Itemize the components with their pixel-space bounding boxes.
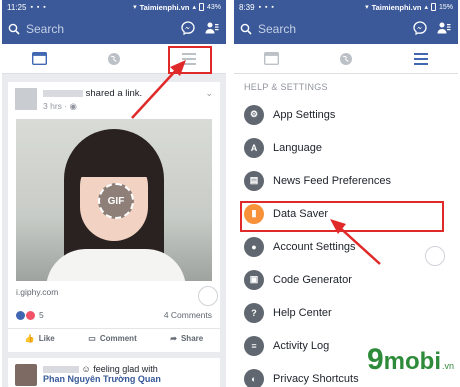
tab-globe[interactable] <box>104 49 124 69</box>
thumbs-up-icon: 👍 <box>24 334 35 343</box>
notification-icons: ▪ ▪ ▪ <box>30 3 47 11</box>
data-saver-highlight <box>240 201 444 232</box>
tab-bar <box>2 44 226 74</box>
author-name-blurred <box>43 89 83 97</box>
status-bar: 8:39 ▪ ▪ ▪ ▾ Taimienphi.vn ▴ 15% <box>234 0 458 14</box>
menu-item-label: Account Settings <box>273 240 356 253</box>
menu-item-label: Help Center <box>273 306 332 319</box>
signal-icon: ▴ <box>192 4 196 11</box>
hamburger-menu-icon <box>413 52 428 65</box>
status-bar: 11:25 ▪ ▪ ▪ ▾ Taimienphi.vn ▴ 43% <box>2 0 226 14</box>
notification-icons: ▪ ▪ ▪ <box>258 3 275 11</box>
menu-item-label: Code Generator <box>273 273 352 286</box>
reactions-row: 5 4 Comments <box>16 308 212 322</box>
post-time: 3 hrs · <box>43 101 70 111</box>
activity-log-icon: ≡ <box>244 335 264 356</box>
friend-requests-icon[interactable] <box>204 21 220 38</box>
feeling-text: feeling glad <box>93 364 140 374</box>
tab-news-feed[interactable] <box>261 49 281 69</box>
menu-item-label: Privacy Shortcuts <box>273 372 359 385</box>
floating-chat-head[interactable] <box>425 246 445 266</box>
avatar[interactable] <box>15 88 37 110</box>
menu-tab-highlight <box>168 46 212 74</box>
search-icon <box>240 23 252 35</box>
tab-globe[interactable] <box>336 49 356 69</box>
post-action-text: shared a link. <box>85 88 143 99</box>
battery-percent: 43% <box>206 3 221 11</box>
menu-section-header: HELP & SETTINGS <box>244 82 328 92</box>
menu-item-code-generator[interactable]: ▣ Code Generator <box>234 263 458 296</box>
battery-percent: 15% <box>438 3 453 11</box>
menu-item-label: Language <box>273 141 322 154</box>
status-time: 8:39 <box>239 2 255 12</box>
gif-play-badge[interactable]: GIF <box>98 183 134 219</box>
search-bar: Search <box>234 14 458 44</box>
avatar[interactable] <box>15 364 37 386</box>
menu-item-label: App Settings <box>273 108 336 121</box>
comment-icon: ▭ <box>88 334 96 343</box>
status-site: Taimienphi.vn <box>139 2 190 12</box>
globe-icon <box>339 52 352 65</box>
left-phone-screen: 11:25 ▪ ▪ ▪ ▾ Taimienphi.vn ▴ 43% Search <box>2 0 226 387</box>
lock-icon: ▣ <box>244 269 264 290</box>
menu-item-label: News Feed Preferences <box>273 174 391 187</box>
menu-item-app-settings[interactable]: ⚙ App Settings <box>234 98 458 131</box>
search-input[interactable]: Search <box>240 22 404 36</box>
post-options-chevron-down-icon[interactable]: ⌄ <box>205 88 213 99</box>
author-name-blurred <box>43 366 79 374</box>
search-placeholder: Search <box>26 22 65 36</box>
search-bar: Search <box>2 14 226 44</box>
comment-count[interactable]: 4 Comments <box>164 310 212 320</box>
search-input[interactable]: Search <box>8 22 172 36</box>
feed-post-2: ☺ feeling glad with Phan Nguyên Trường Q… <box>8 358 220 387</box>
reaction-count[interactable]: 5 <box>39 310 44 320</box>
menu-item-label: Activity Log <box>273 339 330 352</box>
menu-item-news-feed-preferences[interactable]: ▤ News Feed Preferences <box>234 164 458 197</box>
messenger-icon[interactable] <box>180 20 196 38</box>
battery-icon <box>430 3 436 11</box>
link-domain[interactable]: i.giphy.com <box>16 287 58 297</box>
friend-requests-icon[interactable] <box>436 21 452 38</box>
wifi-icon: ▾ <box>133 4 137 11</box>
search-placeholder: Search <box>258 22 297 36</box>
wifi-icon: ▾ <box>365 4 369 11</box>
account-icon: ● <box>244 236 264 257</box>
battery-icon <box>198 3 204 11</box>
menu-item-language[interactable]: A Language <box>234 131 458 164</box>
news-feed-preferences-icon: ▤ <box>244 170 264 191</box>
privacy-icon: ◐ <box>244 368 264 387</box>
right-phone-screen: 8:39 ▪ ▪ ▪ ▾ Taimienphi.vn ▴ 15% Search <box>234 0 458 387</box>
language-icon: A <box>244 137 264 158</box>
love-reaction-icon <box>26 310 35 320</box>
like-button[interactable]: 👍 Like <box>25 334 55 343</box>
share-icon: ➦ <box>170 334 177 343</box>
help-icon: ? <box>244 302 264 323</box>
news-feed-icon <box>263 52 279 65</box>
tab-menu[interactable] <box>411 49 431 69</box>
tab-bar <box>234 44 458 74</box>
share-button[interactable]: ➦ Share <box>170 334 203 343</box>
globe-icon <box>107 52 120 65</box>
comment-button[interactable]: ▭ Comment <box>88 334 136 343</box>
feed-post: shared a link. 3 hrs · ◉ ⌄ GIF i.giphy.c… <box>8 82 220 352</box>
post-actions: 👍 Like ▭ Comment ➦ Share <box>8 328 220 348</box>
messenger-icon[interactable] <box>412 20 428 38</box>
search-icon <box>8 23 20 35</box>
menu-item-help-center[interactable]: ? Help Center <box>234 296 458 329</box>
tutorial-screenshot: 11:25 ▪ ▪ ▪ ▾ Taimienphi.vn ▴ 43% Search <box>0 0 460 387</box>
gear-icon: ⚙ <box>244 104 264 125</box>
signal-icon: ▴ <box>424 4 428 11</box>
status-time: 11:25 <box>7 2 27 12</box>
floating-chat-head[interactable] <box>198 286 218 306</box>
tab-news-feed[interactable] <box>29 49 49 69</box>
gif-image[interactable]: GIF <box>16 119 212 281</box>
public-globe-icon: ◉ <box>69 101 77 111</box>
status-site: Taimienphi.vn <box>371 2 422 12</box>
news-feed-icon <box>31 52 47 65</box>
tagged-name[interactable]: Phan Nguyên Trường Quan <box>43 374 161 384</box>
watermark-logo: 9 mobi .vn <box>366 343 454 376</box>
smiley-icon: ☺ <box>81 364 91 374</box>
like-reaction-icon <box>16 310 25 320</box>
